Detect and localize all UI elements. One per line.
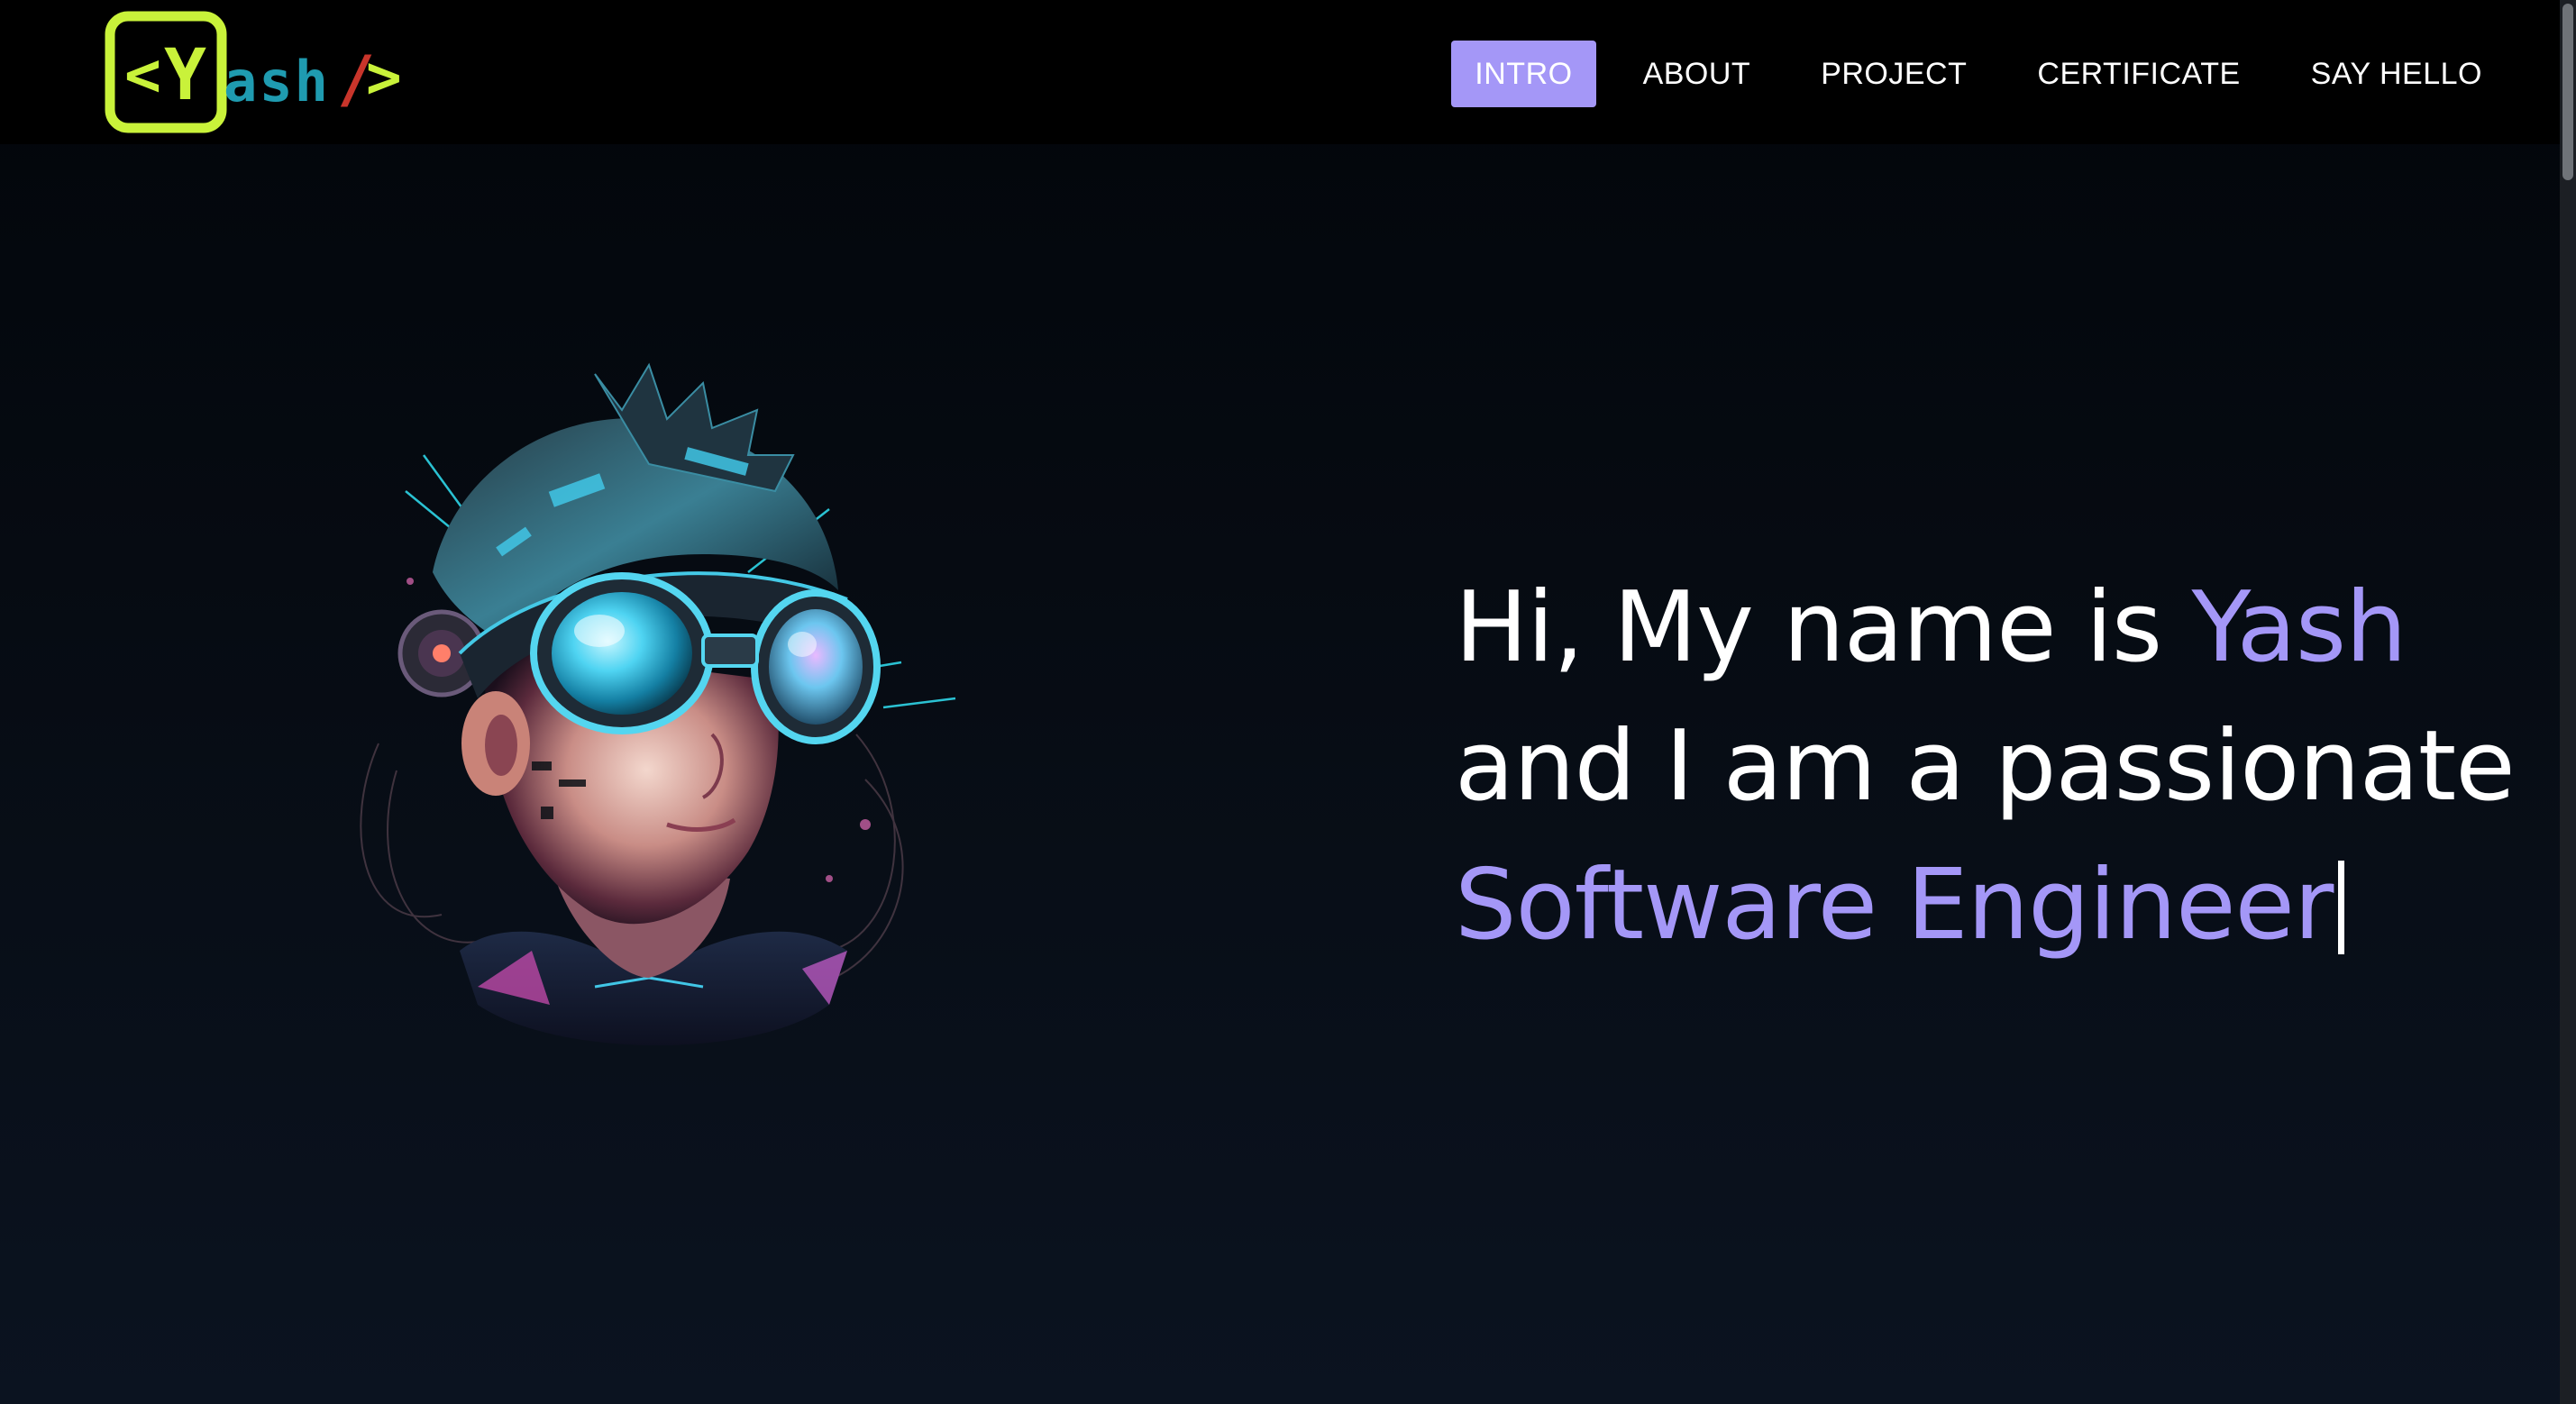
navbar: < Y ash / > INTRO ABOUT PROJECT CERTIFIC… bbox=[0, 0, 2560, 144]
hero-greeting: Hi, My name is bbox=[1455, 571, 2192, 685]
nav-intro[interactable]: INTRO bbox=[1451, 41, 1596, 107]
hero-name: Yash bbox=[2191, 571, 2407, 685]
nav-about[interactable]: ABOUT bbox=[1620, 41, 1775, 107]
hero-line-2: and I am a passionate bbox=[1455, 710, 2516, 824]
hero-line-1: Hi, My name is Yash bbox=[1455, 559, 2500, 697]
nav-certificate[interactable]: CERTIFICATE bbox=[2014, 41, 2263, 107]
nav-say-hello[interactable]: SAY HELLO bbox=[2288, 41, 2506, 107]
hero-avatar-image bbox=[360, 362, 956, 1045]
logo[interactable]: < Y ash / > bbox=[105, 11, 411, 133]
logo-letter: Y bbox=[164, 35, 206, 116]
logo-close-bracket: > bbox=[366, 42, 402, 112]
typing-cursor bbox=[2338, 861, 2345, 955]
logo-open-bracket: < bbox=[124, 40, 161, 111]
logo-rest: ash bbox=[224, 49, 330, 114]
nav-project[interactable]: PROJECT bbox=[1797, 41, 1990, 107]
scrollbar[interactable] bbox=[2560, 0, 2576, 1404]
main-nav: INTRO ABOUT PROJECT CERTIFICATE SAY HELL… bbox=[1451, 41, 2506, 107]
hero-role: Software Engineer bbox=[1455, 849, 2334, 962]
scrollbar-thumb[interactable] bbox=[2562, 4, 2573, 180]
hero-line-3: Software Engineer bbox=[1455, 836, 2500, 975]
hero-heading: Hi, My name is Yash and I am a passionat… bbox=[1455, 559, 2516, 975]
